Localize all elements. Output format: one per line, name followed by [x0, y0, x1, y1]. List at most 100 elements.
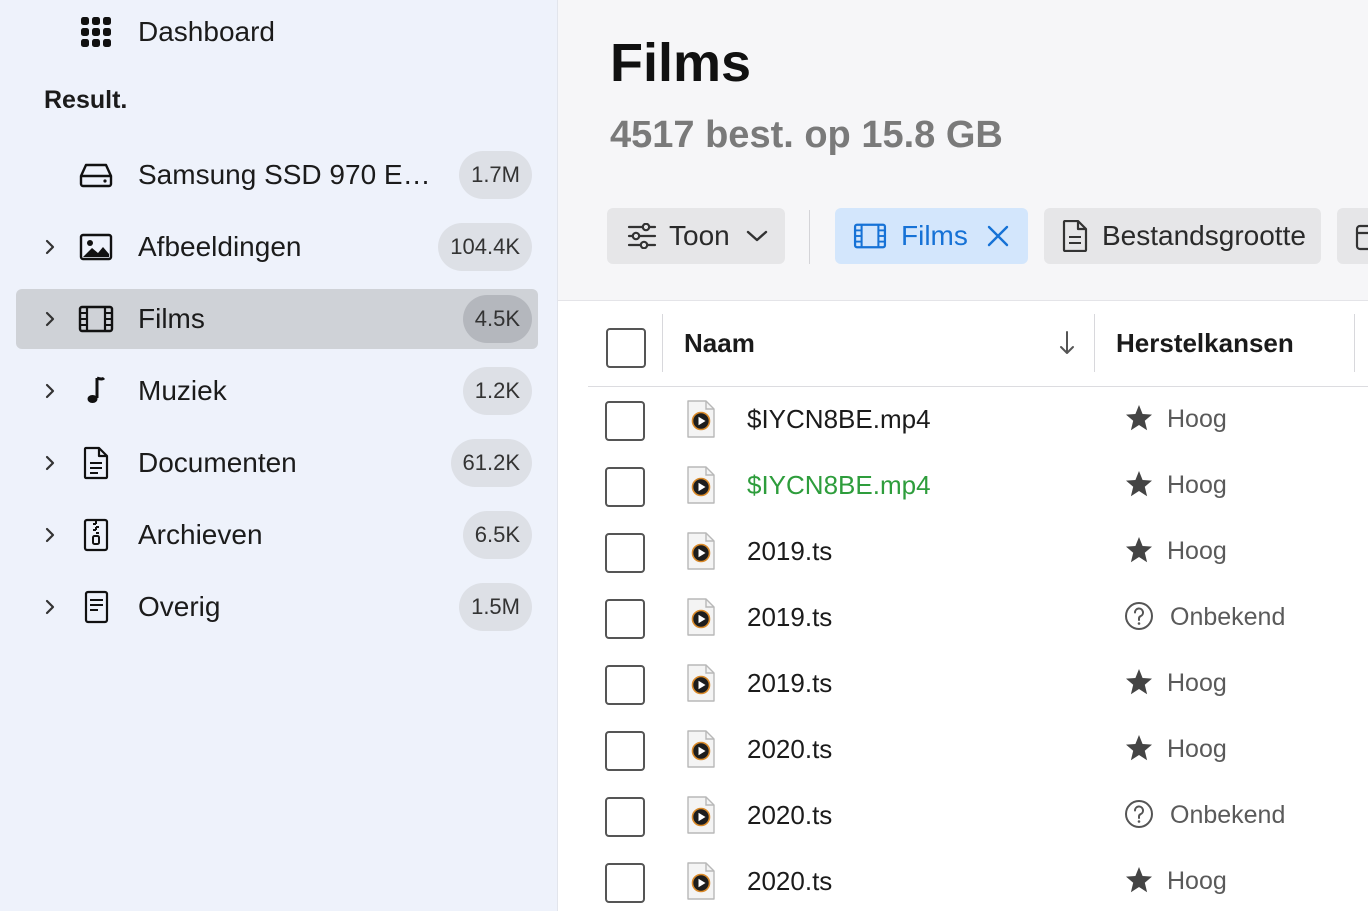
- column-header-naam[interactable]: Naam: [684, 328, 755, 359]
- count-badge: 6.5K: [462, 511, 532, 559]
- file-name[interactable]: 2019.ts: [747, 668, 832, 699]
- file-name[interactable]: $IYCN8BE.mp4: [747, 470, 931, 501]
- question-icon: [1125, 800, 1153, 828]
- column-header-herstelkansen[interactable]: Herstelkansen: [1116, 328, 1294, 359]
- sidebar-item-afbeeldingen[interactable]: Afbeeldingen 104.4K: [16, 217, 538, 277]
- table-row[interactable]: $IYCN8BE.mp4 Hoog: [588, 387, 1368, 453]
- row-checkbox[interactable]: [605, 863, 645, 903]
- row-checkbox[interactable]: [605, 731, 645, 771]
- table-row[interactable]: $IYCN8BE.mp4 Hoog: [588, 453, 1368, 519]
- sort-descending-icon[interactable]: [1058, 330, 1076, 356]
- file-name[interactable]: 2020.ts: [747, 800, 832, 831]
- chevron-down-icon: [746, 230, 767, 242]
- close-icon[interactable]: [986, 224, 1010, 248]
- sidebar-item-drive[interactable]: Samsung SSD 970 EVO... 1.7M: [16, 145, 538, 205]
- sidebar-item-label: Films: [138, 303, 205, 334]
- chevron-right-icon[interactable]: [40, 597, 60, 617]
- chevron-right-icon[interactable]: [40, 309, 60, 329]
- recovery-chance-label: Hoog: [1167, 735, 1227, 763]
- count-badge: 1.2K: [462, 367, 532, 415]
- image-icon: [79, 233, 113, 261]
- table-header: Naam Herstelkansen: [588, 302, 1368, 387]
- sidebar-item-label: Overig: [138, 591, 221, 622]
- row-checkbox[interactable]: [605, 599, 645, 639]
- row-checkbox[interactable]: [605, 467, 645, 507]
- filesize-label: Bestandsgrootte: [1102, 220, 1306, 251]
- sidebar-item-archieven[interactable]: Archieven 6.5K: [16, 505, 538, 565]
- toolbar-divider: [809, 210, 810, 264]
- recovery-chance-label: Onbekend: [1170, 801, 1286, 829]
- recovery-chance-label: Hoog: [1167, 405, 1227, 433]
- star-icon: [1126, 867, 1152, 893]
- sidebar-item-overig[interactable]: Overig 1.5M: [16, 577, 538, 637]
- sliders-icon: [627, 223, 657, 249]
- chevron-right-icon[interactable]: [40, 381, 60, 401]
- count-badge: 104.4K: [438, 223, 532, 271]
- star-icon: [1126, 537, 1152, 563]
- sidebar-item-label: Afbeeldingen: [138, 231, 302, 262]
- filesize-filter-button[interactable]: Bestandsgrootte: [1044, 208, 1321, 264]
- grid-icon: [81, 17, 111, 47]
- chevron-right-icon[interactable]: [40, 525, 60, 545]
- select-all-checkbox[interactable]: [606, 328, 646, 368]
- sidebar-item-label: Archieven: [138, 519, 263, 550]
- film-icon: [78, 305, 114, 333]
- sidebar-item-label: Samsung SSD 970 EVO...: [138, 159, 448, 190]
- row-checkbox[interactable]: [605, 533, 645, 573]
- music-note-icon: [87, 376, 106, 403]
- file-name[interactable]: $IYCN8BE.mp4: [747, 404, 931, 435]
- filter-chip-label: Films: [901, 220, 968, 251]
- chevron-right-icon[interactable]: [40, 453, 60, 473]
- video-file-icon: [687, 598, 715, 636]
- sidebar-item-documenten[interactable]: Documenten 61.2K: [16, 433, 538, 493]
- sidebar-item-films[interactable]: Films 4.5K: [16, 289, 538, 349]
- show-options-button[interactable]: Toon: [607, 208, 785, 264]
- video-file-icon: [687, 532, 715, 570]
- video-file-icon: [687, 400, 715, 438]
- sidebar-item-label: Muziek: [138, 375, 227, 406]
- dashboard-label: Dashboard: [138, 16, 275, 47]
- recovery-chance-label: Hoog: [1167, 537, 1227, 565]
- other-file-icon: [84, 590, 109, 624]
- video-file-icon: [687, 796, 715, 834]
- star-icon: [1126, 471, 1152, 497]
- row-checkbox[interactable]: [605, 401, 645, 441]
- chevron-right-icon[interactable]: [40, 237, 60, 257]
- date-filter-button[interactable]: [1337, 208, 1368, 264]
- count-badge: 4.5K: [462, 295, 532, 343]
- count-badge: 1.7M: [459, 151, 532, 199]
- table-row[interactable]: 2019.ts Hoog: [588, 519, 1368, 585]
- table-row[interactable]: 2020.ts Onbekend: [588, 783, 1368, 849]
- video-file-icon: [687, 466, 715, 504]
- document-icon: [83, 446, 109, 480]
- table-row[interactable]: 2019.ts Onbekend: [588, 585, 1368, 651]
- recovery-chance-label: Hoog: [1167, 867, 1227, 895]
- row-checkbox[interactable]: [605, 797, 645, 837]
- sidebar-item-label: Documenten: [138, 447, 297, 478]
- column-divider: [1354, 314, 1355, 372]
- file-name[interactable]: 2020.ts: [747, 866, 832, 897]
- sidebar-item-muziek[interactable]: Muziek 1.2K: [16, 361, 538, 421]
- video-file-icon: [687, 862, 715, 900]
- file-name[interactable]: 2019.ts: [747, 536, 832, 567]
- calendar-icon: [1355, 224, 1368, 251]
- filter-chip-films[interactable]: Films: [835, 208, 1028, 264]
- recovery-chance-label: Hoog: [1167, 471, 1227, 499]
- main-panel: Films 4517 best. op 15.8 GB Toon Films B…: [558, 0, 1368, 911]
- recovery-chance-label: Onbekend: [1170, 603, 1286, 631]
- document-icon: [1062, 220, 1088, 252]
- table-row[interactable]: 2019.ts Hoog: [588, 651, 1368, 717]
- video-file-icon: [687, 664, 715, 702]
- show-label: Toon: [669, 220, 730, 251]
- table-row[interactable]: 2020.ts Hoog: [588, 717, 1368, 783]
- table-row[interactable]: 2020.ts Hoog: [588, 849, 1368, 911]
- file-name[interactable]: 2020.ts: [747, 734, 832, 765]
- sidebar-item-dashboard[interactable]: Dashboard: [80, 12, 275, 52]
- row-checkbox[interactable]: [605, 665, 645, 705]
- film-icon: [853, 223, 887, 249]
- video-file-icon: [687, 730, 715, 768]
- star-icon: [1126, 405, 1152, 431]
- count-badge: 1.5M: [459, 583, 532, 631]
- column-divider: [662, 314, 663, 372]
- file-name[interactable]: 2019.ts: [747, 602, 832, 633]
